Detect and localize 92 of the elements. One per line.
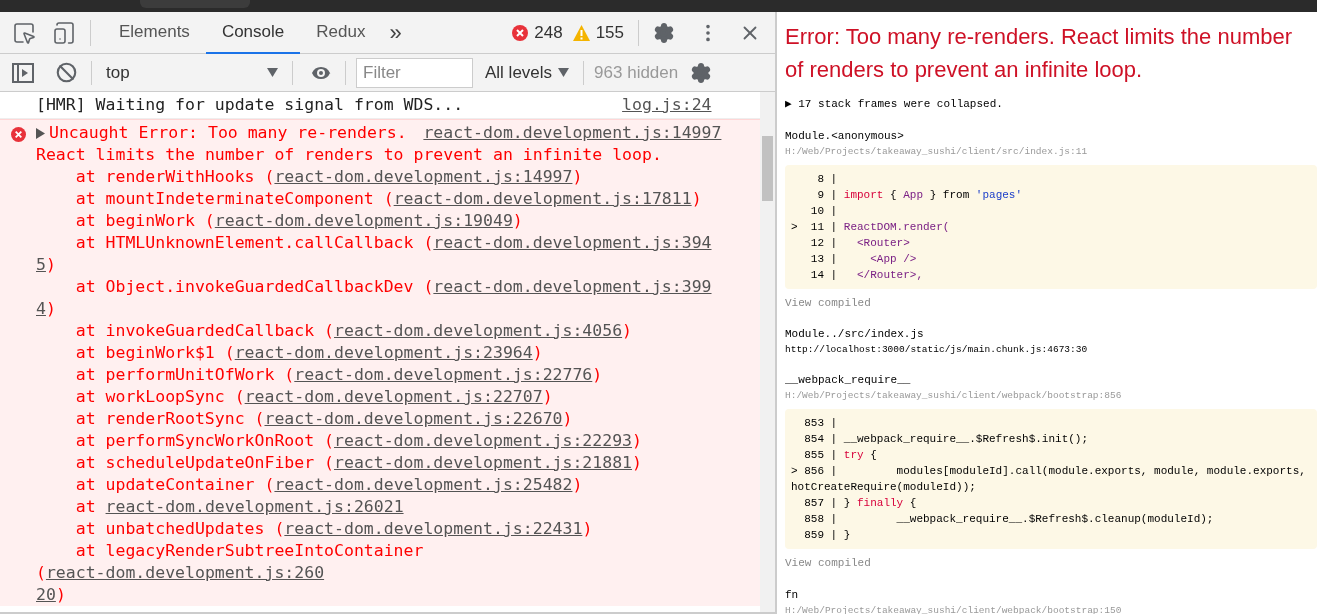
source-link[interactable]: react-dom.development.js:21881 bbox=[334, 453, 633, 472]
levels-dropdown[interactable]: All levels bbox=[485, 57, 570, 88]
line-number: 853 | bbox=[804, 416, 838, 431]
stack-frame: at mountIndeterminateComponent (react-dom.development.js:17811) bbox=[36, 188, 722, 210]
frame-function: Module../src/index.js bbox=[785, 327, 925, 342]
error-message: React limits the number of renders to prevent an infinite loop. bbox=[36, 144, 663, 166]
source-link[interactable]: react-dom.development.js:399 bbox=[433, 277, 712, 296]
hidden-count: 963 hidden bbox=[594, 61, 679, 84]
line-number: 11 | bbox=[809, 219, 838, 235]
error-icon bbox=[512, 24, 529, 41]
source-link[interactable]: react-dom.development.js:4056 bbox=[334, 321, 623, 340]
source-link[interactable]: react-dom.development.js:22707 bbox=[244, 387, 543, 406]
stack-frame: at invokeGuardedCallback (react-dom.development.js:4056) bbox=[36, 320, 722, 342]
error-message: Uncaught Error: Too many re-renders. bbox=[49, 122, 407, 144]
source-link[interactable]: react-dom.development.js:25482 bbox=[274, 475, 573, 494]
filter-field[interactable]: Filter bbox=[356, 57, 473, 88]
source-link[interactable]: react-dom.development.js:17811 bbox=[393, 189, 692, 208]
warning-icon bbox=[572, 24, 590, 41]
scrollbar[interactable] bbox=[760, 92, 775, 612]
current-line-marker: > bbox=[791, 465, 798, 477]
stack-frame: at workLoopSync (react-dom.development.js:22707) bbox=[36, 386, 722, 408]
collapsed-frames-toggle[interactable]: ▶ 17 stack frames were collapsed. bbox=[785, 96, 1317, 113]
panel-tab[interactable]: Redux bbox=[300, 11, 382, 54]
error-count: 248 bbox=[534, 21, 563, 44]
line-number: 14 | bbox=[809, 267, 838, 283]
frame-function: fn bbox=[785, 587, 800, 603]
source-link[interactable]: react-dom.development.js:22431 bbox=[284, 519, 583, 538]
error-icon bbox=[10, 127, 26, 142]
source-link[interactable]: react-dom.development.js:14997 bbox=[274, 167, 573, 186]
source-link[interactable]: log.js:24 bbox=[622, 94, 712, 116]
line-number: 856 | bbox=[804, 464, 838, 479]
inspect-icon[interactable] bbox=[12, 20, 36, 45]
expand-arrow-icon[interactable] bbox=[36, 127, 45, 139]
source-link[interactable]: react-dom.development.js:260 bbox=[45, 563, 325, 582]
frame-function: Module.<anonymous> bbox=[785, 128, 905, 144]
sidebar-toggle-icon[interactable] bbox=[12, 62, 34, 83]
view-compiled-link[interactable]: View compiled bbox=[785, 555, 1317, 572]
source-link[interactable]: react-dom.development.js:22293 bbox=[334, 431, 633, 450]
source-link[interactable]: react-dom.development.js:26021 bbox=[105, 497, 404, 516]
stack-frame: at Object.invokeGuardedCallbackDev (react-dom.development.js:399 4) bbox=[36, 276, 722, 320]
line-number: 854 | bbox=[804, 432, 838, 447]
stack-frame: at renderWithHooks (react-dom.development.js:14997) bbox=[36, 166, 722, 188]
code-snippet: 853 | 854 | __webpack_require__.$Refresh$.init(); 855 | try { > 856 | modules[moduleId].call(module.exports, module, module.exports, hotCreateRequire(moduleId)); 857 | } finally { 858 | __webpack_require__.$Refresh$.cleanup(moduleId); 859 | } bbox=[785, 409, 1317, 549]
line-number: 8 | bbox=[816, 171, 838, 187]
source-link[interactable]: 20 bbox=[36, 585, 56, 604]
stack-frame: at react-dom.development.js:26021 bbox=[36, 496, 722, 518]
line-number: 9 | bbox=[816, 187, 838, 203]
frame-location: H:/Web/Projects/takeaway_sushi/client/src/index.js:11 bbox=[785, 144, 1089, 159]
frame-location: http://localhost:3000/static/js/main.chunk.js:4673:30 bbox=[785, 343, 1089, 357]
frame-location: H:/Web/Projects/takeaway_sushi/client/webpack/bootstrap:150 bbox=[785, 603, 1123, 614]
line-number: 855 | bbox=[804, 448, 838, 463]
stack-frame: at unbatchedUpdates (react-dom.development.js:22431) bbox=[36, 518, 722, 540]
source-link[interactable]: react-dom.development.js:394 bbox=[433, 233, 712, 252]
line-number: 13 | bbox=[809, 251, 838, 267]
console-settings-icon[interactable] bbox=[690, 61, 713, 84]
stack-frame: at performUnitOfWork (react-dom.development.js:22776) bbox=[36, 364, 722, 386]
line-number: 858 | bbox=[804, 512, 838, 527]
source-link[interactable]: react-dom.development.js:23964 bbox=[234, 343, 533, 362]
source-link[interactable]: react-dom.development.js:22670 bbox=[264, 409, 563, 428]
line-number: 857 | bbox=[804, 496, 838, 511]
panel-tab[interactable]: Elements bbox=[103, 11, 206, 54]
stack-frame: at legacyRenderSubtreeIntoContainer (react-dom.development.js:260 20) bbox=[36, 540, 722, 606]
settings-icon[interactable] bbox=[653, 21, 675, 44]
line-number: 10 | bbox=[809, 203, 838, 219]
view-compiled-link[interactable]: View compiled bbox=[785, 294, 1317, 311]
stack-frame: at beginWork$1 (react-dom.development.js:23964) bbox=[36, 342, 722, 364]
source-link[interactable]: 5 bbox=[36, 255, 46, 274]
line-number: 859 | bbox=[804, 528, 838, 543]
source-link[interactable]: react-dom.development.js:22776 bbox=[294, 365, 593, 384]
code-snippet: 8 | 9 | import { App } from 'pages' 10 | > 11 | ReactDOM.render( 12 | <Router> 13 | <App /> 14 | </Router>, bbox=[785, 164, 1317, 289]
frame-function: __webpack_require__ bbox=[785, 373, 912, 388]
context-dropdown[interactable]: top bbox=[92, 57, 292, 88]
stack-frame: at renderRootSync (react-dom.development.js:22670) bbox=[36, 408, 722, 430]
source-link[interactable]: react-dom.development.js:14997 bbox=[423, 122, 722, 144]
line-number: 12 | bbox=[809, 235, 838, 251]
log-message: [HMR] Waiting for update signal from WDS... bbox=[36, 94, 464, 116]
device-toolbar-icon[interactable] bbox=[52, 20, 76, 45]
stack-frame: at performSyncWorkOnRoot (react-dom.development.js:22293) bbox=[36, 430, 722, 452]
error-title: Error: Too many re-renders. React limits the number of renders to prevent an infinite loop. bbox=[785, 23, 1293, 84]
source-link[interactable]: react-dom.development.js:19049 bbox=[214, 211, 513, 230]
stack-frame: at beginWork (react-dom.development.js:19049) bbox=[36, 210, 722, 232]
stack-frame: at scheduleUpdateOnFiber (react-dom.development.js:21881) bbox=[36, 452, 722, 474]
source-link[interactable]: 4 bbox=[36, 299, 46, 318]
stack-frame: at updateContainer (react-dom.development.js:25482) bbox=[36, 474, 722, 496]
more-tabs-button[interactable]: » bbox=[389, 21, 402, 44]
caret-icon bbox=[558, 68, 570, 77]
frame-location: H:/Web/Projects/takeaway_sushi/client/webpack/bootstrap:856 bbox=[785, 389, 1123, 403]
caret-icon bbox=[267, 68, 278, 77]
stack-frame: at HTMLUnknownElement.callCallback (react-dom.development.js:394 5) bbox=[36, 232, 722, 276]
warning-count: 155 bbox=[595, 21, 624, 44]
current-line-marker: > bbox=[791, 220, 798, 233]
clear-console-icon[interactable] bbox=[56, 62, 77, 83]
